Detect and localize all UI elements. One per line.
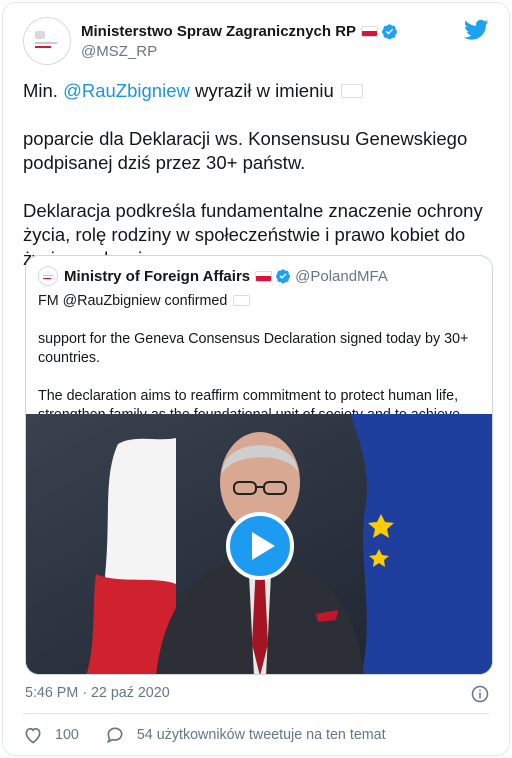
mention-link[interactable]: @RauZbigniew <box>63 80 190 101</box>
like-action[interactable]: 100 <box>23 725 79 745</box>
tweet-card: Ministerstwo Spraw Zagranicznych RP @MSZ… <box>2 2 510 756</box>
quoted-tweet[interactable]: Ministry of Foreign Affairs @PolandMFA F… <box>25 255 493 675</box>
discussion-action[interactable]: 54 użytkowników tweetuje na ten temat <box>105 725 386 745</box>
author-handle[interactable]: @MSZ_RP <box>81 43 398 60</box>
reply-bubble-icon <box>106 727 123 744</box>
poland-flag-icon <box>233 295 251 306</box>
poland-flag-icon <box>361 25 379 37</box>
tweet-actions: 100 54 użytkowników tweetuje na ten tema… <box>23 725 412 745</box>
heart-icon <box>25 727 41 744</box>
discussion-text: 54 użytkowników tweetuje na ten temat <box>136 727 386 743</box>
tweet-header: Ministerstwo Spraw Zagranicznych RP @MSZ… <box>23 17 489 65</box>
verified-badge-icon <box>276 269 291 284</box>
video-thumbnail[interactable] <box>26 414 492 674</box>
eagle-emblem-icon <box>35 31 45 39</box>
verified-badge-icon <box>382 23 397 39</box>
quoted-tweet-header: Ministry of Foreign Affairs @PolandMFA <box>38 266 388 286</box>
tweet-paragraph-1: Min. @RauZbigniew wyraził w imieniu <box>23 79 495 103</box>
author-info[interactable]: Ministerstwo Spraw Zagranicznych RP @MSZ… <box>81 21 398 60</box>
play-button[interactable] <box>226 512 294 580</box>
play-icon <box>252 532 275 560</box>
author-name[interactable]: Ministerstwo Spraw Zagranicznych RP <box>81 23 356 40</box>
quoted-paragraph-1: FM @RauZbigniew confirmed <box>38 292 482 311</box>
info-icon[interactable] <box>471 685 489 703</box>
quoted-author-name[interactable]: Ministry of Foreign Affairs <box>64 268 250 285</box>
quoted-author-handle[interactable]: @PolandMFA <box>295 268 388 285</box>
poland-flag-icon <box>340 84 363 98</box>
poland-flag-icon <box>255 270 273 282</box>
twitter-bird-icon[interactable] <box>464 19 489 41</box>
like-count: 100 <box>55 727 79 743</box>
tweet-timestamp[interactable]: 5:46 PM · 22 paź 2020 <box>25 685 170 701</box>
quoted-author-avatar[interactable] <box>38 266 58 286</box>
author-avatar[interactable] <box>23 17 71 65</box>
divider <box>23 713 489 714</box>
